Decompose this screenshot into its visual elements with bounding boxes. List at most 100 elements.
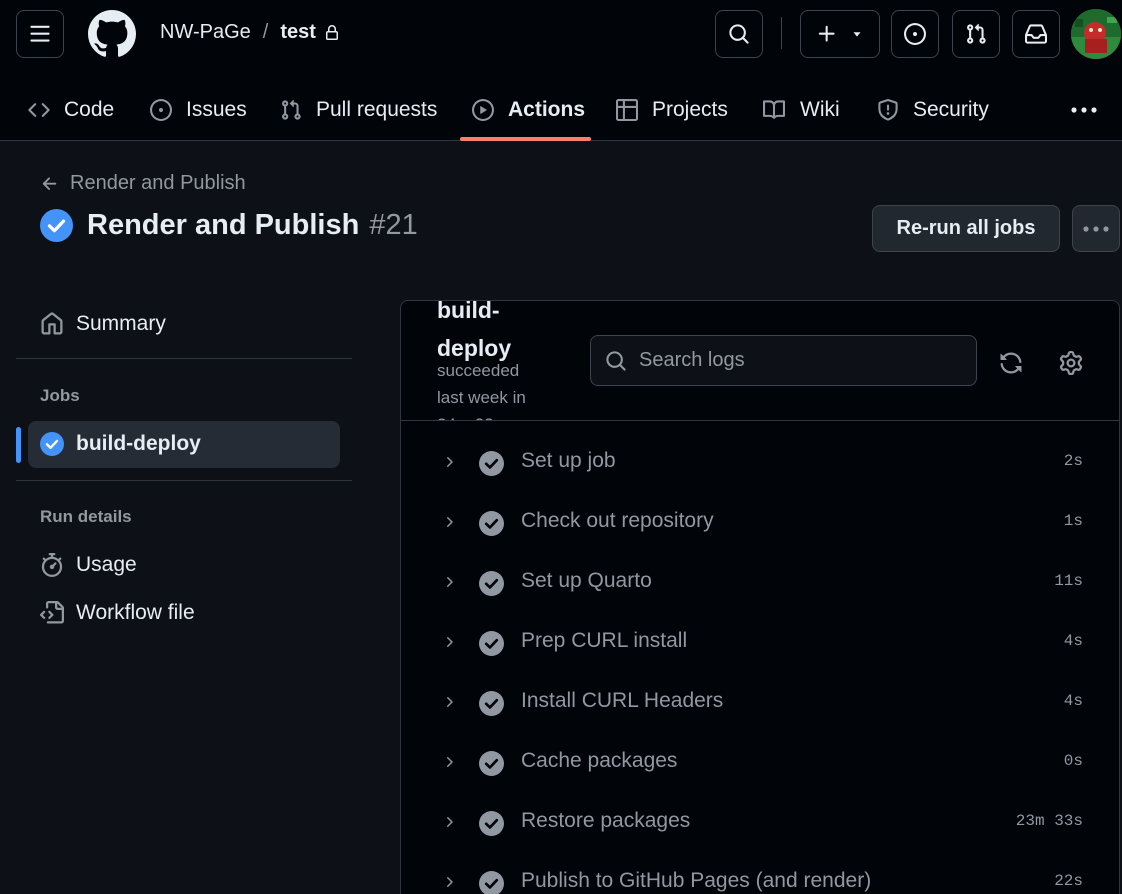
pull-request-icon	[967, 23, 986, 44]
pull-request-icon	[280, 99, 302, 121]
more-tabs-button[interactable]	[1066, 94, 1102, 126]
log-step-row[interactable]: Publish to GitHub Pages (and render) 22s	[401, 852, 1119, 894]
step-label: Cache packages	[521, 749, 678, 772]
tab-label: Wiki	[800, 98, 840, 121]
sidebar-item-summary[interactable]: Summary	[40, 312, 166, 336]
page-title: Render and Publish #21	[40, 209, 418, 242]
rerun-all-jobs-button[interactable]: Re-run all jobs	[872, 205, 1060, 252]
your-pull-requests-button[interactable]	[952, 10, 1000, 58]
lock-icon	[324, 24, 340, 42]
step-duration: 2s	[1063, 452, 1083, 470]
search-icon	[606, 350, 626, 371]
log-step-row[interactable]: Restore packages 23m 33s	[401, 792, 1119, 852]
step-success-check-icon	[479, 511, 504, 536]
chevron-right-icon[interactable]	[441, 753, 457, 771]
step-label: Check out repository	[521, 509, 714, 532]
log-step-row[interactable]: Cache packages 0s	[401, 732, 1119, 792]
search-button[interactable]	[715, 10, 763, 58]
step-duration: 1s	[1063, 512, 1083, 530]
create-new-button[interactable]	[800, 10, 880, 58]
log-settings-button[interactable]	[1054, 346, 1088, 380]
step-duration: 4s	[1063, 632, 1083, 650]
job-status-line: 24m 33s	[437, 411, 547, 420]
repo-name-link[interactable]: test	[280, 21, 316, 44]
log-step-row[interactable]: Install CURL Headers 4s	[401, 672, 1119, 732]
repo-nav-tabs: Code Issues Pull requests Actions Projec…	[0, 80, 1122, 141]
sidebar-item-usage[interactable]: Usage	[40, 553, 137, 577]
job-log-panel: build-deploy succeeded last week in 24m …	[400, 300, 1120, 894]
step-success-check-icon	[479, 751, 504, 776]
step-duration: 0s	[1063, 752, 1083, 770]
step-success-check-icon	[479, 571, 504, 596]
step-duration: 4s	[1063, 692, 1083, 710]
log-step-row[interactable]: Set up Quarto 11s	[401, 552, 1119, 612]
gear-icon	[1059, 351, 1083, 375]
tab-projects[interactable]: Projects	[616, 80, 728, 140]
issue-circle-icon	[904, 23, 926, 45]
tab-security[interactable]: Security	[877, 80, 989, 140]
search-logs-input[interactable]	[639, 349, 959, 372]
plus-icon	[818, 25, 835, 42]
tab-wiki[interactable]: Wiki	[762, 80, 840, 140]
step-label: Restore packages	[521, 809, 691, 832]
tab-pull-requests[interactable]: Pull requests	[280, 80, 437, 140]
play-icon	[472, 99, 494, 121]
book-icon	[762, 99, 786, 121]
sidebar-item-label: Summary	[76, 312, 166, 335]
sync-icon	[1000, 352, 1022, 374]
kebab-horizontal-icon	[1071, 107, 1097, 113]
chevron-right-icon[interactable]	[441, 813, 457, 831]
file-code-icon	[40, 601, 64, 624]
repo-owner-link[interactable]: NW-PaGe	[160, 21, 251, 44]
step-label: Set up Quarto	[521, 569, 652, 592]
log-step-row[interactable]: Prep CURL install 4s	[401, 612, 1119, 672]
chevron-right-icon[interactable]	[441, 633, 457, 651]
search-logs-field[interactable]	[590, 335, 977, 386]
run-number: #21	[369, 209, 418, 241]
job-status-line: succeeded	[437, 361, 520, 380]
check-circle-icon	[40, 209, 73, 242]
avatar[interactable]	[1071, 9, 1121, 59]
code-icon	[28, 99, 50, 121]
step-success-check-icon	[479, 811, 504, 836]
step-duration: 22s	[1054, 872, 1083, 890]
step-duration: 11s	[1054, 572, 1083, 590]
run-more-options-button[interactable]	[1072, 205, 1120, 252]
sidebar-item-workflow-file[interactable]: Workflow file	[40, 601, 195, 625]
tab-actions[interactable]: Actions	[472, 80, 585, 140]
tab-code[interactable]: Code	[28, 80, 114, 140]
stopwatch-icon	[41, 553, 63, 577]
check-circle-icon	[40, 432, 64, 456]
chevron-right-icon[interactable]	[441, 573, 457, 591]
step-label: Prep CURL install	[521, 629, 688, 652]
job-status-line: last week in	[437, 388, 526, 407]
back-link-label: Render and Publish	[70, 172, 246, 194]
home-icon	[41, 312, 63, 335]
log-step-row[interactable]: Set up job 2s	[401, 432, 1119, 492]
table-icon	[616, 99, 638, 121]
chevron-right-icon[interactable]	[441, 693, 457, 711]
active-tab-indicator	[460, 137, 591, 141]
sidebar-item-build-deploy[interactable]: build-deploy	[40, 432, 201, 456]
sidebar-heading-jobs: Jobs	[40, 386, 80, 405]
chevron-right-icon[interactable]	[441, 453, 457, 471]
tab-label: Issues	[186, 98, 247, 121]
inbox-icon	[1025, 24, 1047, 44]
refresh-logs-button[interactable]	[994, 346, 1028, 380]
back-to-workflow-link[interactable]: Render and Publish	[40, 172, 246, 195]
step-success-check-icon	[479, 451, 504, 476]
github-logo-icon[interactable]	[88, 10, 136, 58]
tab-issues[interactable]: Issues	[150, 80, 247, 140]
your-issues-button[interactable]	[891, 10, 939, 58]
log-step-row[interactable]: Check out repository 1s	[401, 492, 1119, 552]
step-success-check-icon	[479, 631, 504, 656]
hamburger-menu-button[interactable]	[16, 10, 64, 58]
sidebar-item-label: build-deploy	[76, 432, 201, 455]
breadcrumb-separator: /	[262, 21, 269, 43]
step-label: Set up job	[521, 449, 616, 472]
step-label: Publish to GitHub Pages (and render)	[521, 869, 872, 892]
inbox-button[interactable]	[1012, 10, 1060, 58]
tab-label: Pull requests	[316, 98, 438, 121]
chevron-right-icon[interactable]	[441, 873, 457, 891]
chevron-right-icon[interactable]	[441, 513, 457, 531]
